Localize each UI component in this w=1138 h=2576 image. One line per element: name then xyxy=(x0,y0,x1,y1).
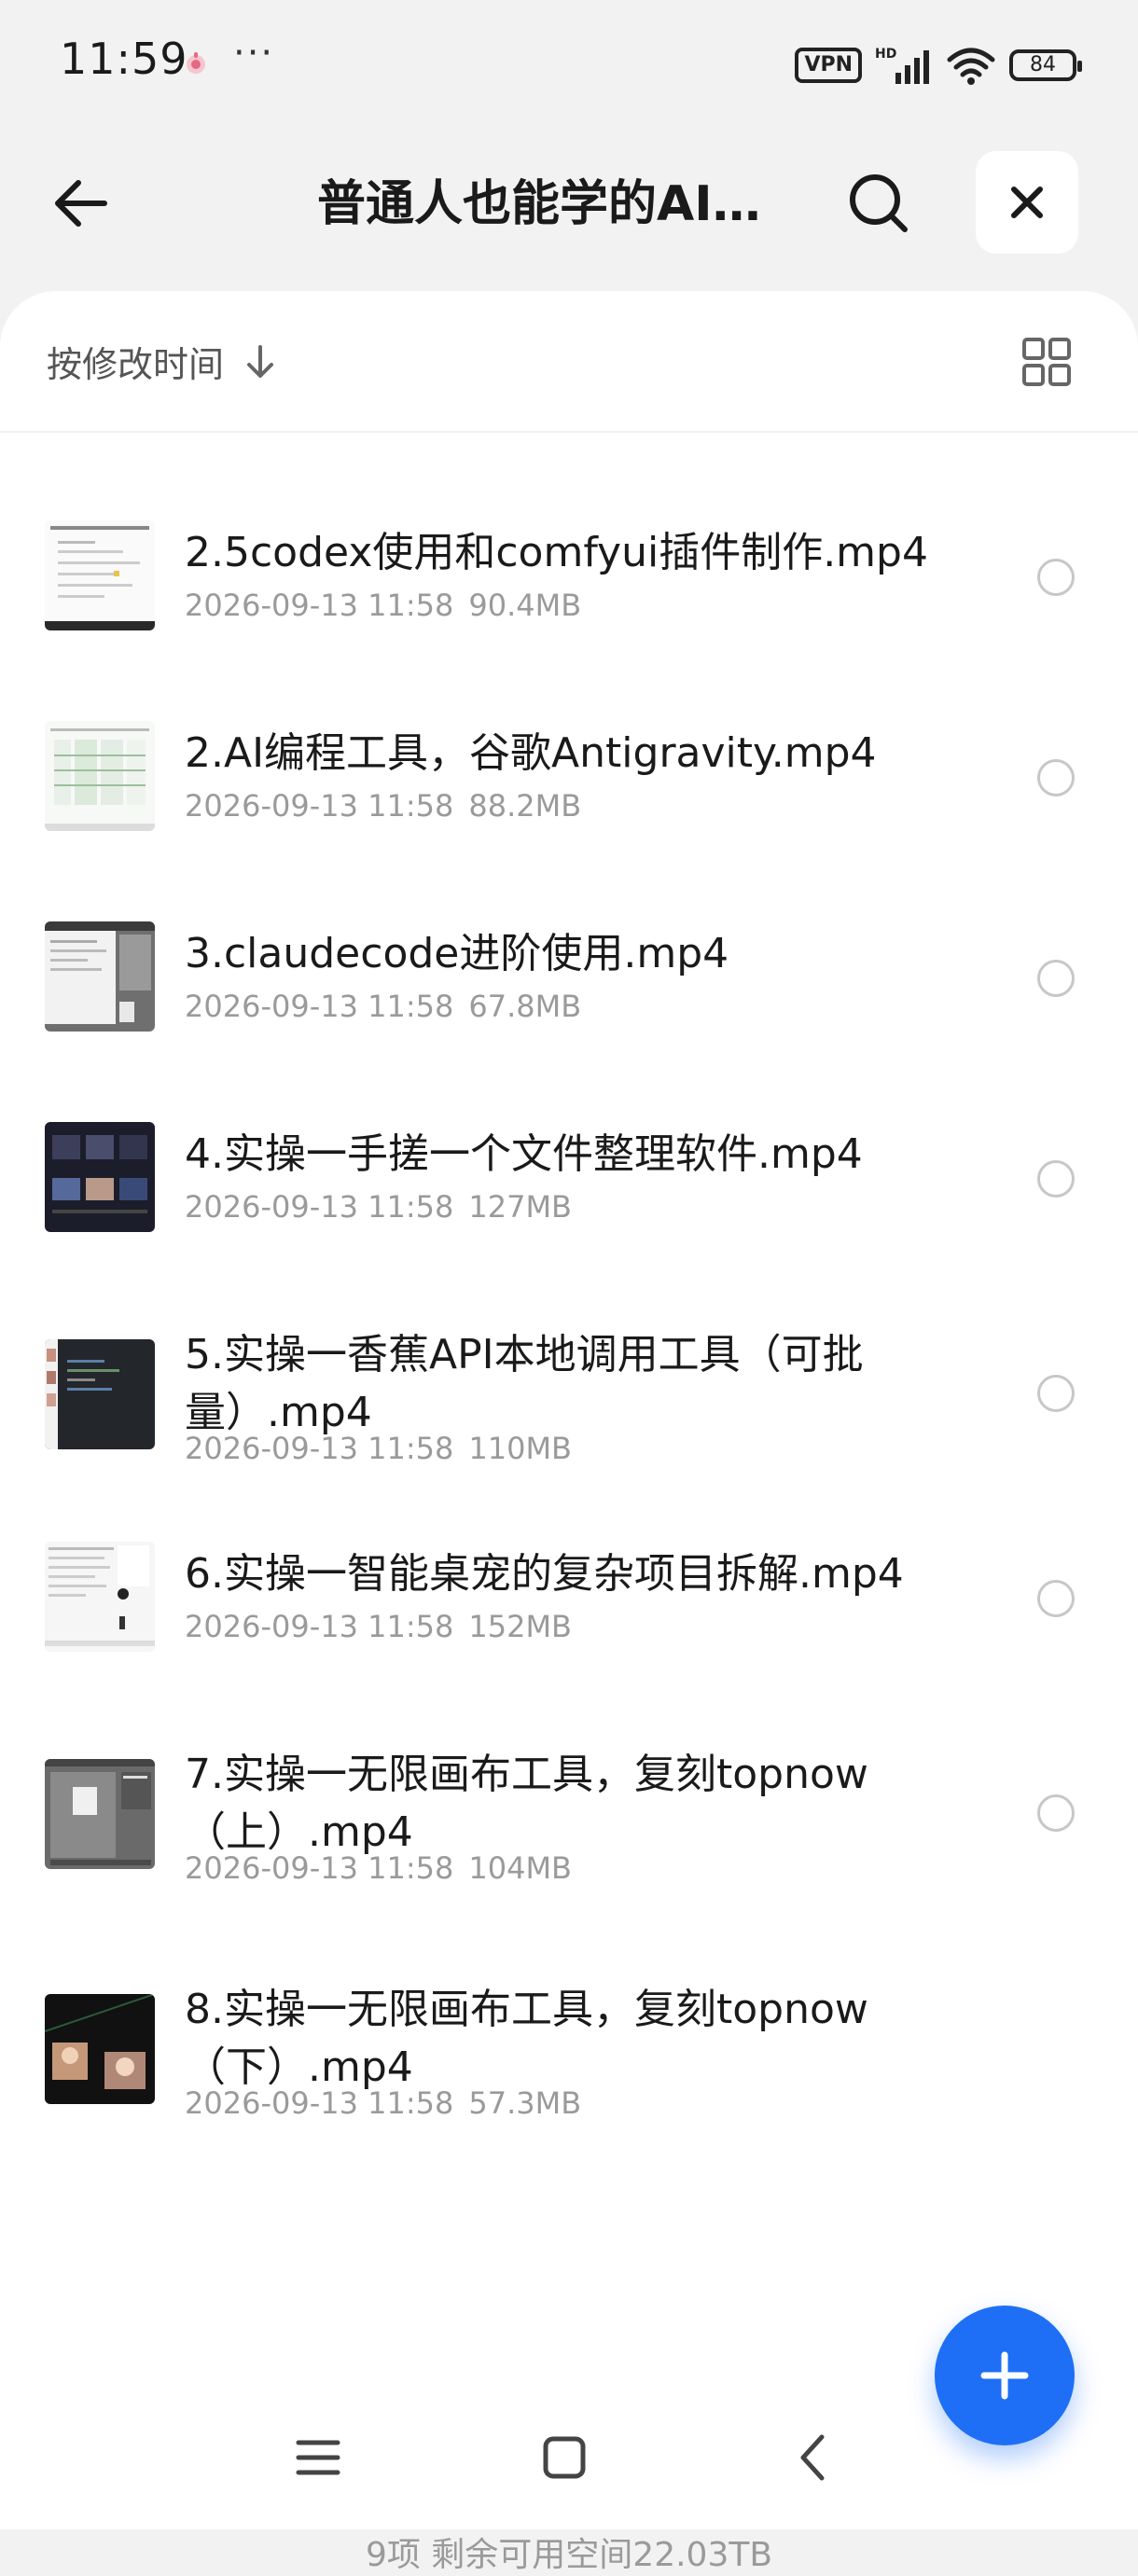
file-browser-panel: 按修改时间 2.5codex使用和comfyui插件制作.mp4 2026-09… xyxy=(0,291,1138,2574)
more-notifications-indicator: ··· xyxy=(233,32,275,75)
file-date: 2026-09-13 11:58 xyxy=(185,788,454,824)
select-checkbox[interactable] xyxy=(1037,759,1075,796)
file-meta: 2026-09-13 11:58 67.8MB xyxy=(185,989,581,1024)
file-date: 2026-09-13 11:58 xyxy=(185,1850,454,1886)
video-thumbnail xyxy=(45,520,155,630)
select-checkbox[interactable] xyxy=(1037,1794,1075,1832)
grid-view-icon[interactable] xyxy=(1020,336,1073,388)
file-size: 152MB xyxy=(468,1609,572,1644)
file-item[interactable]: 3.claudecode进阶使用.mp4 2026-09-13 11:58 67.… xyxy=(0,832,1138,1032)
battery-icon: 84 xyxy=(1009,49,1082,81)
video-thumbnail xyxy=(45,1994,155,2104)
file-name: 7.实操一无限画布工具，复刻topnow（上）.mp4 xyxy=(185,1751,868,1856)
file-name: 3.claudecode进阶使用.mp4 xyxy=(185,930,729,977)
status-bar: 11:59 ··· VPN HD 84 xyxy=(0,0,1138,131)
arrow-down-icon xyxy=(247,344,274,378)
file-meta: 2026-09-13 11:58 88.2MB xyxy=(185,788,581,824)
file-name: 5.实操一香蕉API本地调用工具（可批量）.mp4 xyxy=(185,1331,864,1436)
select-checkbox[interactable] xyxy=(1037,960,1075,997)
file-date: 2026-09-13 11:58 xyxy=(185,989,454,1024)
video-thumbnail xyxy=(45,1339,155,1449)
video-thumbnail xyxy=(45,921,155,1032)
file-name: 6.实操一智能桌宠的复杂项目拆解.mp4 xyxy=(185,1550,904,1598)
search-icon xyxy=(850,174,908,232)
file-item[interactable]: 2.AI编程工具，谷歌Antigravity.mp4 2026-09-13 11… xyxy=(0,631,1138,832)
video-thumbnail xyxy=(45,1122,155,1232)
file-size: 127MB xyxy=(468,1189,572,1225)
sort-label: 按修改时间 xyxy=(47,344,225,385)
file-name: 4.实操一手搓一个文件整理软件.mp4 xyxy=(185,1130,863,1178)
video-thumbnail xyxy=(45,1542,155,1652)
file-date: 2026-09-13 11:58 xyxy=(185,1189,454,1225)
file-item[interactable]: 5.实操一香蕉API本地调用工具（可批量）.mp4 2026-09-13 11:… xyxy=(0,1233,1138,1466)
file-item[interactable]: 8.实操一无限画布工具，复刻topnow（下）.mp4 2026-09-13 1… xyxy=(0,1888,1138,2123)
file-meta: 2026-09-13 11:58 152MB xyxy=(185,1609,572,1644)
hd-signal-icon: HD xyxy=(875,47,929,84)
file-name: 2.5codex使用和comfyui插件制作.mp4 xyxy=(185,529,928,576)
file-meta: 2026-09-13 11:58 127MB xyxy=(185,1189,572,1225)
file-meta: 2026-09-13 11:58 57.3MB xyxy=(185,2085,581,2121)
file-meta: 2026-09-13 11:58 104MB xyxy=(185,1850,572,1886)
file-date: 2026-09-13 11:58 xyxy=(185,588,454,623)
menu-button[interactable] xyxy=(287,2427,349,2488)
file-meta: 2026-09-13 11:58 90.4MB xyxy=(185,588,581,623)
menu-icon xyxy=(296,2440,340,2475)
home-icon xyxy=(543,2436,586,2479)
status-time: 11:59 xyxy=(60,34,188,84)
file-size: 67.8MB xyxy=(468,989,582,1024)
file-size: 90.4MB xyxy=(468,588,582,623)
file-item[interactable]: 6.实操一智能桌宠的复杂项目拆解.mp4 2026-09-13 11:58 152… xyxy=(0,1452,1138,1653)
file-size: 57.3MB xyxy=(468,2085,582,2121)
status-icons: VPN HD 84 xyxy=(795,43,1082,88)
wifi-icon xyxy=(947,48,995,85)
header: 普通人也能学的AI编程 xyxy=(0,131,1138,280)
app-notification-icon xyxy=(187,52,205,74)
storage-summary: 9项 剩余可用空间22.03TB xyxy=(365,2536,773,2574)
vpn-icon: VPN xyxy=(795,48,862,83)
file-item[interactable]: 2.5codex使用和comfyui插件制作.mp4 2026-09-13 11… xyxy=(0,431,1138,631)
back-icon xyxy=(800,2434,825,2481)
system-back-button[interactable] xyxy=(782,2427,843,2488)
back-button[interactable] xyxy=(41,164,119,242)
video-thumbnail xyxy=(45,1759,155,1869)
close-icon xyxy=(1011,187,1043,218)
home-button[interactable] xyxy=(534,2427,595,2488)
video-thumbnail xyxy=(45,721,155,831)
file-size: 88.2MB xyxy=(468,788,582,824)
page-title: 普通人也能学的AI编程 xyxy=(317,176,802,232)
file-item[interactable]: 7.实操一无限画布工具，复刻topnow（上）.mp4 2026-09-13 1… xyxy=(0,1653,1138,1888)
file-item[interactable]: 4.实操一手搓一个文件整理软件.mp4 2026-09-13 11:58 127M… xyxy=(0,1032,1138,1233)
battery-level: 84 xyxy=(1030,53,1056,76)
svg-text:HD: HD xyxy=(875,47,896,62)
sort-button[interactable]: 按修改时间 xyxy=(47,336,276,387)
file-name: 2.AI编程工具，谷歌Antigravity.mp4 xyxy=(185,729,877,777)
file-size: 104MB xyxy=(468,1850,572,1886)
search-button[interactable] xyxy=(840,164,918,242)
select-checkbox[interactable] xyxy=(1037,1375,1075,1412)
sort-bar: 按修改时间 xyxy=(0,291,1138,433)
file-date: 2026-09-13 11:58 xyxy=(185,1609,454,1644)
close-button[interactable] xyxy=(976,151,1078,254)
file-name: 8.实操一无限画布工具，复刻topnow（下）.mp4 xyxy=(185,1986,868,2091)
navigation-bar xyxy=(0,2406,1138,2509)
back-arrow-icon xyxy=(55,180,107,227)
select-checkbox[interactable] xyxy=(1037,1160,1075,1198)
select-checkbox[interactable] xyxy=(1037,1580,1075,1617)
plus-icon xyxy=(980,2351,1029,2400)
file-date: 2026-09-13 11:58 xyxy=(185,2085,454,2121)
select-checkbox[interactable] xyxy=(1037,559,1075,596)
